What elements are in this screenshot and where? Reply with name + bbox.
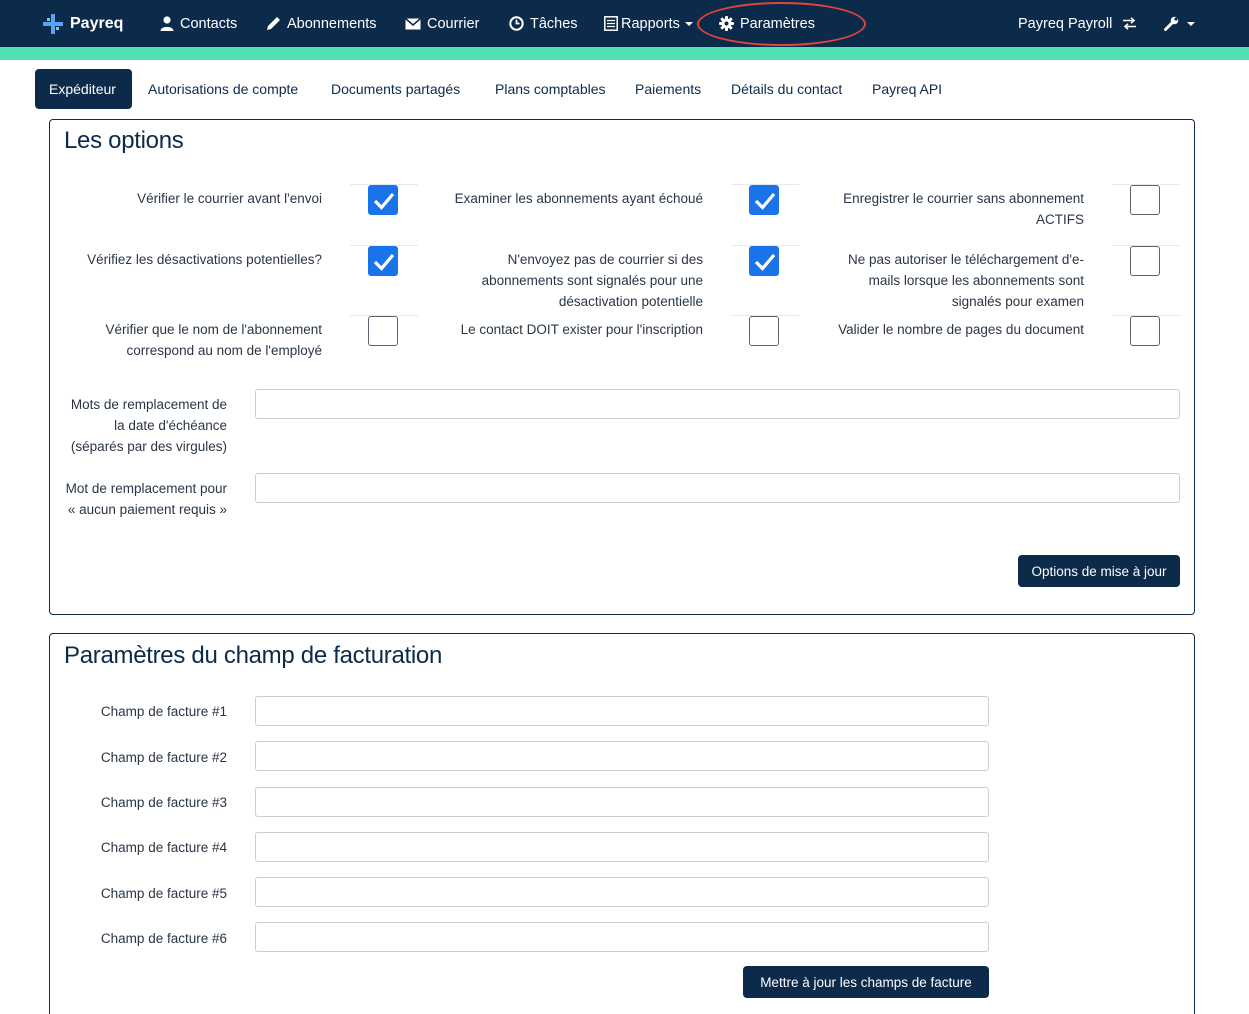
nav-courrier[interactable]: Courrier (405, 0, 479, 47)
billing-field-input-2[interactable] (255, 741, 989, 771)
billing-title: Paramètres du champ de facturation (64, 642, 443, 669)
option-label-save-without-active: Enregistrer le courrier sans abonnement … (843, 191, 1084, 227)
billing-field-label-1: Champ de facture #1 (100, 704, 227, 719)
option-label-verify-mail: Vérifier le courrier avant l'envoi (137, 191, 322, 206)
tab-documents-partages[interactable]: Documents partagés (331, 69, 460, 109)
no-payment-word-label: Mot de remplacement pour « aucun paiemen… (65, 481, 227, 517)
nav-contacts[interactable]: Contacts (160, 0, 237, 47)
wrench-icon (1164, 16, 1179, 31)
nav-contacts-label: Contacts (180, 15, 238, 32)
brand-name: Payreq (70, 14, 124, 32)
chevron-down-icon (1187, 21, 1195, 26)
chevron-down-icon (684, 21, 693, 26)
option-label-verify-name-match: Vérifier que le nom de l'abonnement corr… (105, 322, 322, 358)
billing-field-input-6[interactable] (255, 922, 989, 952)
billing-field-input-4[interactable] (255, 832, 989, 862)
billing-field-label-3: Champ de facture #3 (100, 795, 227, 810)
option-label-block-email-download: Ne pas autoriser le téléchargement d'e-m… (848, 252, 1084, 309)
checkbox-review-failed[interactable] (749, 185, 779, 215)
checkbox-save-without-active[interactable] (1130, 185, 1160, 215)
option-label-verify-deactivations: Vérifiez les désactivations potentielles… (87, 252, 322, 267)
check-icon (373, 192, 395, 210)
nav-abonnements[interactable]: Abonnements (266, 0, 376, 47)
payreq-logo-icon (43, 13, 63, 34)
no-payment-word-input[interactable] (255, 473, 1180, 503)
envelope-icon (405, 17, 421, 29)
account-switcher[interactable]: Payreq Payroll (1018, 0, 1143, 47)
options-title: Les options (64, 127, 184, 154)
option-label-contact-must-exist: Le contact DOIT exister pour l'inscripti… (460, 322, 703, 337)
billing-field-label-2: Champ de facture #2 (100, 750, 227, 765)
tab-payreq-api[interactable]: Payreq API (872, 69, 942, 109)
nav-taches[interactable]: Tâches (509, 0, 578, 47)
checkbox-verify-mail[interactable] (368, 185, 398, 215)
swap-arrows-icon (1123, 17, 1137, 30)
top-navbar: Payreq Contacts Abonnements Courrier Tâc… (0, 0, 1249, 47)
billing-field-label-4: Champ de facture #4 (100, 840, 227, 855)
option-label-no-mail-if-flagged: N'envoyez pas de courrier si des abonnem… (481, 252, 703, 309)
nav-abonnements-label: Abonnements (287, 15, 377, 32)
tab-autorisations[interactable]: Autorisations de compte (148, 69, 298, 109)
accent-bar (0, 47, 1249, 60)
highlight-ring (697, 2, 866, 46)
update-billing-fields-button[interactable]: Mettre à jour les champs de facture (743, 966, 989, 998)
clock-icon (509, 16, 524, 31)
update-options-button[interactable]: Options de mise à jour (1018, 555, 1180, 587)
check-icon (754, 253, 776, 271)
list-icon (604, 16, 618, 31)
tools-menu[interactable] (1164, 0, 1195, 47)
user-icon (160, 16, 174, 31)
nav-rapports-label: Rapports (621, 15, 680, 32)
brand-logo[interactable]: Payreq (42, 0, 123, 47)
option-label-validate-page-count: Valider le nombre de pages du document (838, 322, 1084, 337)
account-name: Payreq Payroll (1018, 15, 1113, 32)
checkbox-block-email-download[interactable] (1130, 246, 1160, 276)
billing-field-input-3[interactable] (255, 787, 989, 817)
billing-field-input-5[interactable] (255, 877, 989, 907)
billing-field-label-6: Champ de facture #6 (100, 931, 227, 946)
nav-taches-label: Tâches (530, 15, 578, 32)
nav-rapports[interactable]: Rapports (604, 0, 693, 47)
checkbox-verify-name-match[interactable] (368, 316, 398, 346)
tab-details-contact[interactable]: Détails du contact (731, 69, 842, 109)
billing-field-label-5: Champ de facture #5 (100, 886, 227, 901)
checkbox-verify-deactivations[interactable] (368, 246, 398, 276)
checkbox-contact-must-exist[interactable] (749, 316, 779, 346)
due-date-words-label: Mots de remplacement de la date d'échéan… (70, 397, 227, 454)
checkbox-no-mail-if-flagged[interactable] (749, 246, 779, 276)
billing-field-input-1[interactable] (255, 696, 989, 726)
check-icon (754, 192, 776, 210)
tab-paiements[interactable]: Paiements (635, 69, 701, 109)
pencil-icon (267, 17, 280, 30)
nav-courrier-label: Courrier (427, 15, 480, 32)
check-icon (373, 253, 395, 271)
option-label-review-failed: Examiner les abonnements ayant échoué (454, 191, 703, 206)
due-date-words-input[interactable] (255, 389, 1180, 419)
billing-panel (49, 633, 1195, 1014)
checkbox-validate-page-count[interactable] (1130, 316, 1160, 346)
tab-plans-comptables[interactable]: Plans comptables (495, 69, 606, 109)
tab-expediteur[interactable]: Expéditeur (35, 69, 132, 109)
